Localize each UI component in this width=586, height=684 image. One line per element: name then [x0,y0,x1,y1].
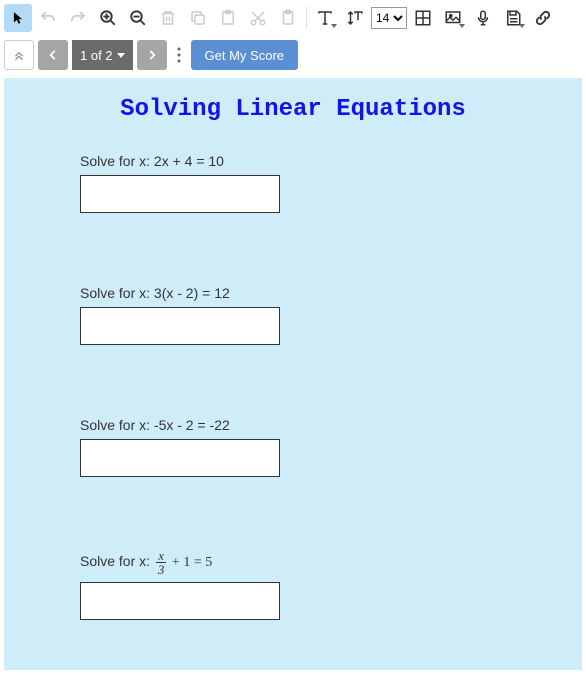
prev-page-button[interactable] [38,40,68,70]
problem-4: Solve for x: x3 + 1 = 5 [80,549,582,620]
font-size-select[interactable]: 14 [371,7,407,29]
get-score-button[interactable]: Get My Score [191,40,298,70]
problem-3: Solve for x: -5x - 2 = -22 [80,417,582,477]
undo-button[interactable] [34,4,62,32]
link-tool[interactable] [529,4,557,32]
text-tool[interactable] [311,4,339,32]
caret-down-icon [117,53,125,58]
zoom-in-button[interactable] [94,4,122,32]
collapse-button[interactable] [4,40,34,70]
worksheet: Solving Linear Equations Solve for x: 2x… [4,78,582,670]
table-tool[interactable] [409,4,437,32]
save-tool[interactable] [499,4,527,32]
paste-button[interactable] [214,4,242,32]
toolbar: 14 [0,0,586,36]
pointer-tool[interactable] [4,4,32,32]
page-indicator[interactable]: 1 of 2 [72,40,133,70]
redo-button[interactable] [64,4,92,32]
problem-prompt: Solve for x: x3 + 1 = 5 [80,549,582,576]
nav-bar: 1 of 2 Get My Score [0,36,586,78]
problem-prompt: Solve for x: 2x + 4 = 10 [80,153,582,169]
copy-button[interactable] [184,4,212,32]
line-spacing-tool[interactable] [341,4,369,32]
answer-input-1[interactable] [80,175,280,213]
problem-prompt: Solve for x: 3(x - 2) = 12 [80,285,582,301]
zoom-out-button[interactable] [124,4,152,32]
answer-input-3[interactable] [80,439,280,477]
answer-input-2[interactable] [80,307,280,345]
page-label: 1 of 2 [80,48,113,63]
problem-2: Solve for x: 3(x - 2) = 12 [80,285,582,345]
answer-input-4[interactable] [80,582,280,620]
delete-button[interactable] [154,4,182,32]
problem-prompt: Solve for x: -5x - 2 = -22 [80,417,582,433]
next-page-button[interactable] [137,40,167,70]
cut-button[interactable] [244,4,272,32]
problem-1: Solve for x: 2x + 4 = 10 [80,153,582,213]
toolbar-divider [306,7,307,29]
microphone-tool[interactable] [469,4,497,32]
clipboard-button[interactable] [274,4,302,32]
worksheet-title: Solving Linear Equations [4,96,582,123]
more-menu-button[interactable] [171,40,187,70]
image-tool[interactable] [439,4,467,32]
